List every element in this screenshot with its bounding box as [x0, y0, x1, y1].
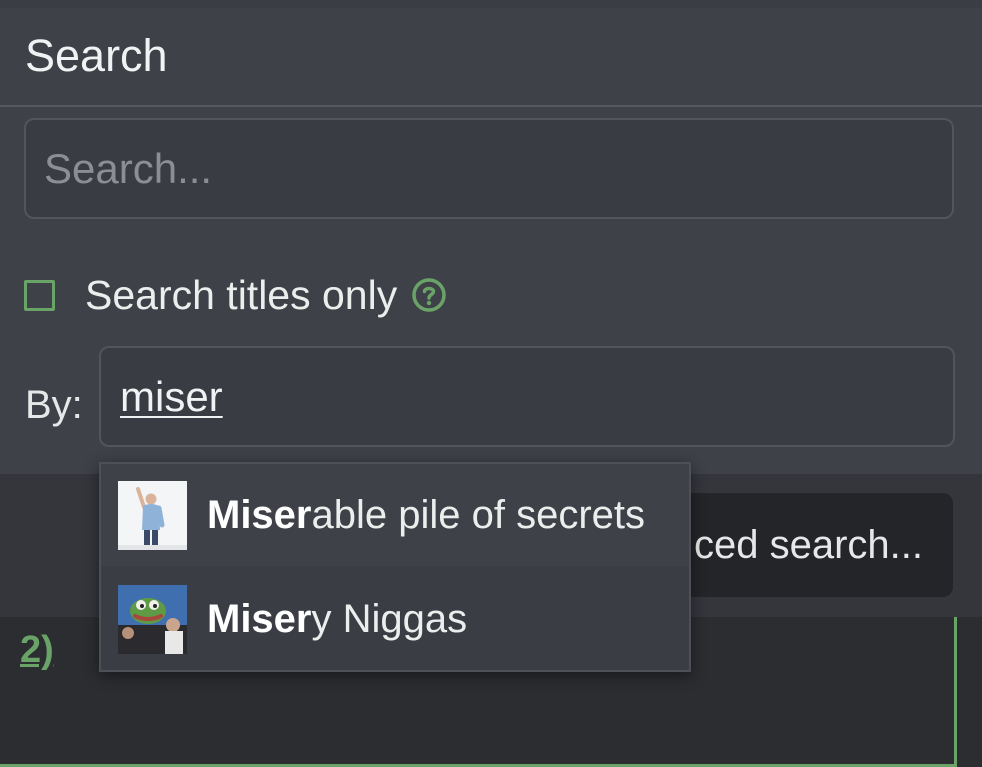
- titles-only-checkbox[interactable]: [24, 279, 55, 311]
- autocomplete-item-label: Miserable pile of secrets: [207, 493, 645, 538]
- autocomplete-item[interactable]: Miserable pile of secrets: [101, 464, 689, 566]
- frog-meme-avatar: [118, 584, 187, 654]
- panel-title: Search: [25, 30, 168, 81]
- titles-only-label[interactable]: Search titles only: [85, 272, 397, 319]
- autocomplete-match-text: Miser: [207, 596, 312, 641]
- by-member-value: miser: [120, 372, 223, 420]
- autocomplete-match-text: Miser: [207, 492, 312, 537]
- autocomplete-rest-text: y Niggas: [311, 596, 468, 641]
- autocomplete-item-label: Misery Niggas: [207, 597, 467, 642]
- autocomplete-item[interactable]: Misery Niggas: [101, 568, 689, 670]
- quote-number-link[interactable]: 2): [20, 629, 54, 672]
- advanced-search-label: ced search...: [693, 522, 923, 567]
- top-strip: [0, 0, 982, 8]
- by-label: By:: [25, 383, 83, 427]
- search-input[interactable]: [24, 118, 954, 219]
- autocomplete-dropdown: Miserable pile of secrets Misery Niggas: [99, 462, 691, 672]
- question-circle-icon[interactable]: [411, 277, 447, 313]
- man-photo-avatar: [118, 480, 187, 550]
- search-titles-only-row[interactable]: Search titles only: [24, 265, 447, 325]
- by-member-input[interactable]: miser: [99, 346, 955, 447]
- panel-header: Search: [0, 8, 982, 107]
- autocomplete-rest-text: able pile of secrets: [311, 492, 646, 537]
